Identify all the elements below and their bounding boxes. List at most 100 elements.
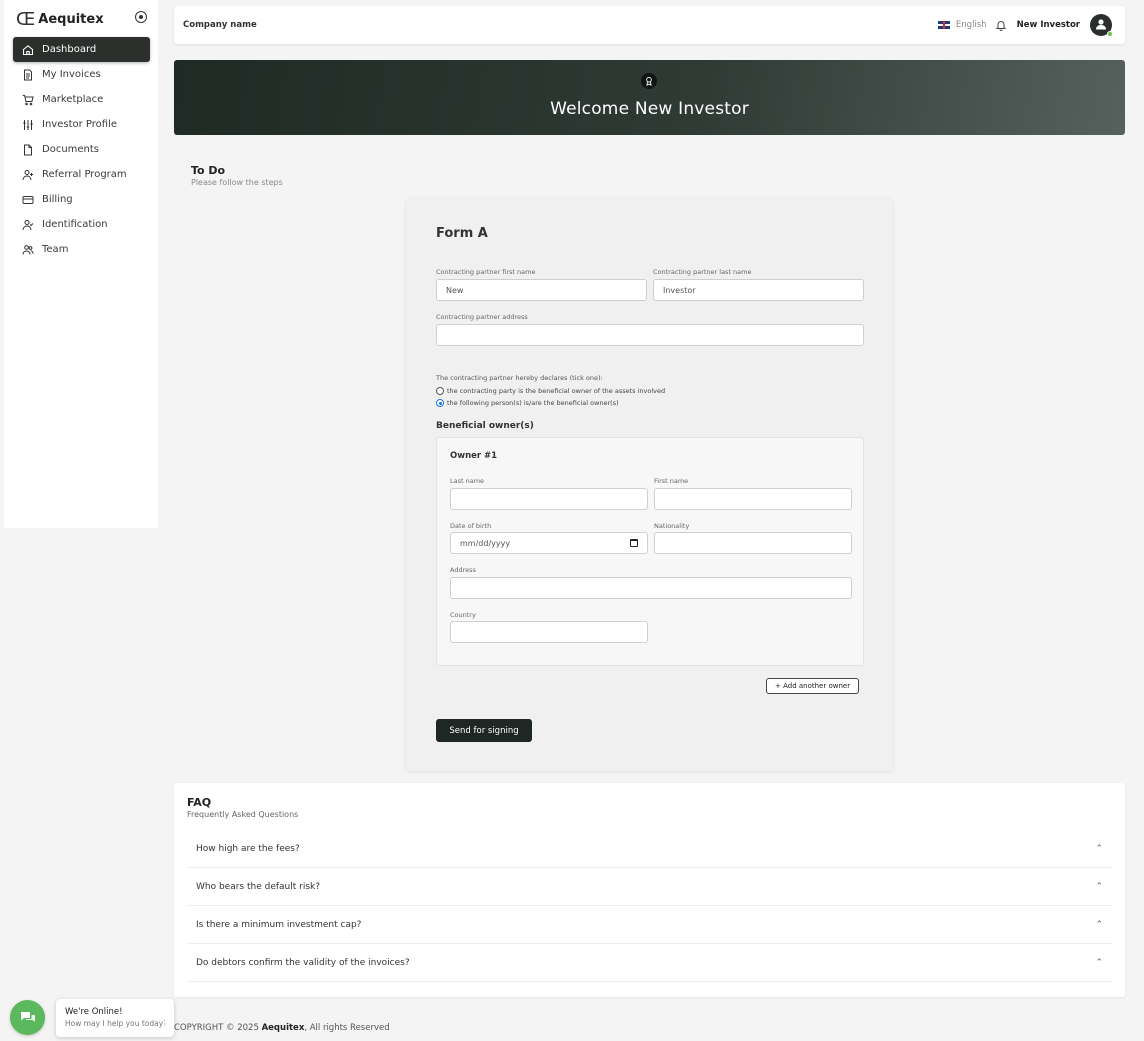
brand-logo[interactable]: Œ Aequitex (16, 9, 104, 30)
faq-title: FAQ (187, 796, 212, 809)
sidebar-item-identification[interactable]: Identification (13, 212, 150, 237)
owner-dob-label: Date of birth (450, 522, 492, 530)
brand-name: Aequitex (38, 12, 104, 27)
avatar[interactable] (1090, 14, 1113, 37)
sidebar-item-dashboard[interactable]: Dashboard (13, 37, 150, 62)
faq-question: Do debtors confirm the validity of the i… (196, 957, 410, 968)
users-icon (22, 244, 34, 256)
chat-button[interactable] (10, 1000, 45, 1035)
calendar-icon[interactable] (630, 539, 638, 547)
bell-icon[interactable] (995, 19, 1007, 31)
form-a-card: Form A Contracting partner first name Co… (406, 198, 893, 771)
radio-option-owner-self[interactable]: the contracting party is the beneficial … (436, 387, 665, 395)
top-bar-actions: English New Investor (937, 14, 1113, 37)
address-label: Contracting partner address (436, 313, 528, 321)
copyright: COPYRIGHT © 2025 Aequitex, All rights Re… (174, 1023, 390, 1033)
sidebar-item-team[interactable]: Team (13, 237, 150, 262)
beneficial-owners-title: Beneficial owner(s) (436, 421, 534, 431)
partner-address-input[interactable] (436, 324, 864, 346)
card-icon (22, 194, 34, 206)
faq-question: Is there a minimum investment cap? (196, 919, 362, 930)
cart-icon (22, 94, 34, 106)
faq-question: How high are the fees? (196, 843, 300, 854)
language-selector[interactable]: English (956, 20, 987, 30)
owner-dob-input[interactable]: mm/dd/yyyy (450, 532, 648, 554)
sidebar-item-label: Team (42, 244, 69, 255)
chevron-up-icon[interactable]: ⌃ (1095, 882, 1103, 892)
partner-first-name-input[interactable] (436, 279, 647, 301)
user-plus-icon (22, 169, 34, 181)
sidebar-item-my-invoices[interactable]: My Invoices (13, 62, 150, 87)
faq-section: FAQ Frequently Asked Questions How high … (174, 783, 1125, 997)
faq-subtitle: Frequently Asked Questions (187, 810, 299, 819)
owner-first-name-input[interactable] (654, 488, 852, 510)
sidebar-item-label: Referral Program (42, 169, 127, 180)
radio-button[interactable] (436, 387, 444, 395)
sidebar-item-billing[interactable]: Billing (13, 187, 150, 212)
chevron-up-icon[interactable]: ⌃ (1095, 844, 1103, 854)
welcome-banner: Welcome New Investor (174, 60, 1125, 135)
company-name: Company name (183, 20, 257, 30)
online-status-dot (1107, 31, 1113, 37)
last-name-label: Contracting partner last name (653, 268, 752, 276)
document-icon (22, 144, 34, 156)
chevron-up-icon[interactable]: ⌃ (1095, 958, 1103, 968)
sidebar-nav: Dashboard My Invoices Marketplace Invest… (13, 37, 150, 262)
faq-item[interactable]: Who bears the default risk? ⌃ (187, 868, 1112, 906)
invoice-icon (22, 69, 34, 81)
sidebar-item-label: Investor Profile (42, 119, 117, 130)
owner-last-name-input[interactable] (450, 488, 648, 510)
chat-title: We're Online! (65, 1007, 123, 1017)
sidebar-item-label: Billing (42, 194, 73, 205)
logo-mark-icon: Œ (16, 9, 35, 30)
todo-title: To Do (191, 164, 226, 177)
sidebar: Œ Aequitex Dashboard My Invoices Marketp… (4, 0, 158, 528)
radio-button-selected[interactable] (436, 399, 444, 407)
home-icon (22, 44, 34, 56)
add-owner-button[interactable]: + Add another owner (766, 678, 860, 694)
award-icon (641, 73, 657, 89)
owner-title: Owner #1 (450, 451, 498, 461)
faq-item[interactable]: Do debtors confirm the validity of the i… (187, 944, 1112, 982)
chat-bubble[interactable]: We're Online! How may I help you today? (56, 999, 174, 1037)
faq-item[interactable]: How high are the fees? ⌃ (187, 830, 1112, 868)
copyright-brand[interactable]: Aequitex (262, 1023, 305, 1033)
user-icon (1096, 19, 1106, 30)
owner-nationality-input[interactable] (654, 532, 852, 554)
sidebar-item-label: My Invoices (42, 69, 101, 80)
chevron-up-icon[interactable]: ⌃ (1095, 920, 1103, 930)
user-check-icon (22, 219, 34, 231)
copyright-suffix: , All rights Reserved (304, 1023, 390, 1033)
uk-flag-icon[interactable] (937, 21, 950, 29)
sidebar-item-investor-profile[interactable]: Investor Profile (13, 112, 150, 137)
faq-item[interactable]: Is there a minimum investment cap? ⌃ (187, 906, 1112, 944)
sidebar-item-label: Dashboard (42, 44, 97, 55)
sidebar-item-label: Marketplace (42, 94, 104, 105)
sliders-icon (22, 119, 34, 131)
sidebar-toggle-icon[interactable] (135, 11, 147, 23)
owner-country-input[interactable] (450, 621, 648, 643)
dob-placeholder: mm/dd/yyyy (460, 538, 511, 548)
owner-address-input[interactable] (450, 577, 852, 599)
sidebar-item-referral-program[interactable]: Referral Program (13, 162, 150, 187)
sidebar-item-label: Documents (42, 144, 100, 155)
chat-subtitle: How may I help you today? (65, 1019, 165, 1028)
owner-last-name-label: Last name (450, 477, 485, 485)
welcome-title: Welcome New Investor (550, 99, 749, 119)
sidebar-item-marketplace[interactable]: Marketplace (13, 87, 150, 112)
partner-last-name-input[interactable] (653, 279, 864, 301)
radio-option-other-owners[interactable]: the following person(s) is/are the benef… (436, 399, 619, 407)
form-title: Form A (436, 226, 488, 241)
send-for-signing-button[interactable]: Send for signing (436, 719, 532, 742)
user-name[interactable]: New Investor (1017, 20, 1080, 30)
faq-list: How high are the fees? ⌃ Who bears the d… (187, 830, 1112, 982)
sidebar-item-documents[interactable]: Documents (13, 137, 150, 162)
sidebar-item-label: Identification (42, 219, 108, 230)
faq-question: Who bears the default risk? (196, 881, 321, 892)
owner-nationality-label: Nationality (654, 522, 690, 530)
top-bar: Company name English New Investor (174, 6, 1125, 44)
radio-option-label: the contracting party is the beneficial … (447, 387, 666, 395)
chat-icon (20, 1011, 35, 1022)
radio-option-label: the following person(s) is/are the benef… (447, 399, 619, 407)
declaration-label: The contracting partner hereby declares … (436, 374, 603, 382)
